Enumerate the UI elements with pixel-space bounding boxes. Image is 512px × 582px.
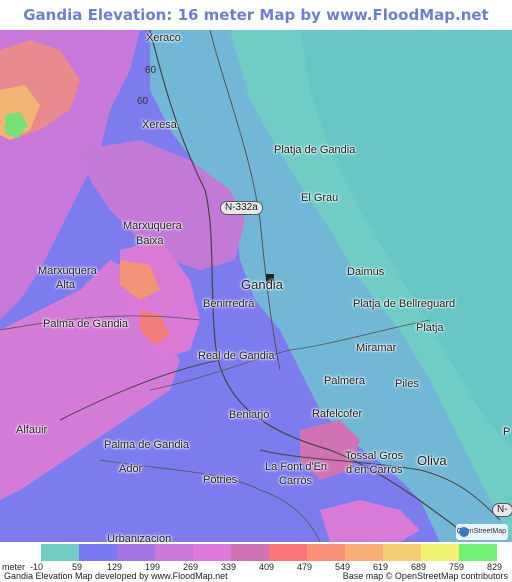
place-label: Daimús <box>347 266 385 278</box>
place-label: P <box>503 426 511 438</box>
place-label: Beniarjó <box>229 409 270 421</box>
place-label: Alta <box>56 279 75 291</box>
legend-swatch <box>117 544 155 561</box>
place-label: Palma de Gandia <box>104 439 189 451</box>
road-shield: N- <box>492 503 512 517</box>
openstreetmap-logo: OpenStreetMap <box>456 524 508 540</box>
map-title: Gandia Elevation: 16 meter Map by www.Fl… <box>23 6 489 54</box>
road-shield: N-332a <box>220 201 263 215</box>
place-label: Platja <box>416 322 444 334</box>
place-label: d'en Carros <box>346 464 403 476</box>
place-label: Ador <box>119 463 143 475</box>
place-label: Urbanizacion <box>107 533 172 542</box>
place-label: Oliva <box>417 453 447 468</box>
place-label: Tossal Gros <box>345 450 404 462</box>
place-label: Platja de Gandia <box>274 144 356 156</box>
footer-attribution: Base map © OpenStreetMap contributors <box>342 571 508 581</box>
place-label: Rafelcofer <box>312 408 363 420</box>
elevation-legend: meter -10 59 129 199 269 339 409 479 549… <box>0 542 512 572</box>
place-label: Miramar <box>356 342 397 354</box>
legend-swatch <box>269 544 307 561</box>
road-number: 60 <box>145 65 157 76</box>
place-label: Palma de Gandia <box>43 318 128 330</box>
legend-swatch <box>231 544 269 561</box>
place-label: Marxuquera <box>123 220 182 232</box>
place-label: Carròs <box>279 475 313 487</box>
place-label: El Grau <box>301 192 339 204</box>
legend-swatch <box>193 544 231 561</box>
elevation-map[interactable]: Xeraco Xeresa Platja de Gandia El Grau M… <box>0 30 512 542</box>
place-label: Xeraco <box>146 32 181 44</box>
place-label: Real de Gandia <box>198 350 275 362</box>
place-label: Platja de Bellreguard <box>353 298 456 310</box>
place-label: Alfauir <box>16 424 48 436</box>
legend-swatch <box>345 544 383 561</box>
legend-swatch <box>459 544 497 561</box>
osm-icon <box>459 527 469 537</box>
legend-swatch <box>79 544 117 561</box>
place-label: Palmera <box>324 375 365 387</box>
place-label: La Font d'En <box>265 461 328 473</box>
place-label: Benirredrà <box>203 298 255 310</box>
place-label: Marxuquera <box>38 265 97 277</box>
legend-swatch <box>383 544 421 561</box>
place-label: Piles <box>395 378 419 390</box>
legend-swatches <box>41 544 497 561</box>
place-label: Gandia <box>241 277 283 292</box>
place-label: Baixa <box>136 235 164 247</box>
legend-swatch <box>155 544 193 561</box>
footer: Gandia Elevation Map developed by www.Fl… <box>0 571 512 582</box>
footer-credit: Gandia Elevation Map developed by www.Fl… <box>4 571 228 581</box>
legend-swatch <box>307 544 345 561</box>
road-number: 60 <box>137 96 149 107</box>
legend-swatch <box>41 544 79 561</box>
place-label: Xeresa <box>142 119 177 131</box>
place-label: Potries <box>203 474 238 486</box>
legend-swatch <box>421 544 459 561</box>
